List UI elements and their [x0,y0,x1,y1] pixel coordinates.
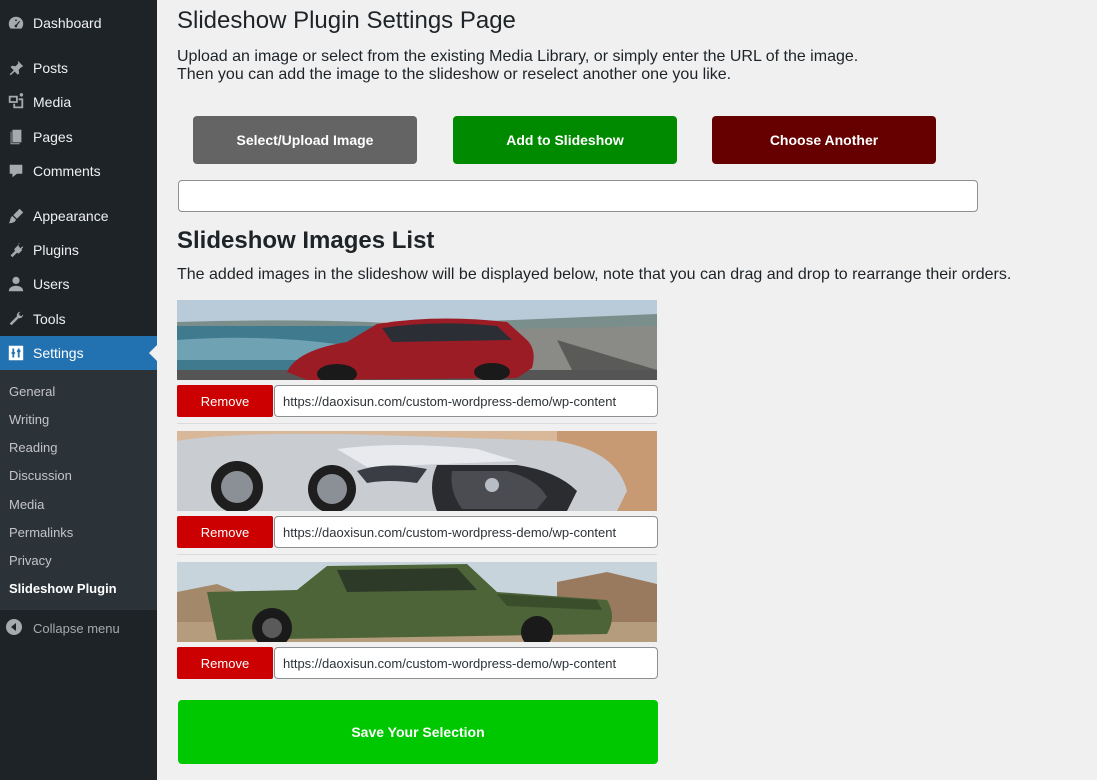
slide-thumbnail [177,562,657,642]
menu-label-users: Users [33,276,70,292]
menu-label-settings: Settings [33,345,84,361]
comment-icon [6,161,26,181]
intro-text: Upload an image or select from the exist… [177,48,858,84]
menu-item-dashboard[interactable]: Dashboard [0,6,157,40]
plug-icon [6,240,26,260]
remove-slide-button[interactable]: Remove [177,647,273,679]
wrench-icon [6,309,26,329]
silver-car-image [177,431,657,511]
slide-divider [177,423,657,424]
menu-label-posts: Posts [33,60,69,76]
menu-label-dashboard: Dashboard [33,15,102,31]
collapse-menu-label: Collapse menu [33,620,120,636]
choose-another-button[interactable]: Choose Another [712,116,936,164]
slide-url-field[interactable] [274,647,658,679]
slide-thumbnail [177,431,657,511]
submenu-discussion[interactable]: Discussion [9,468,72,483]
menu-item-users[interactable]: Users [0,267,157,301]
dashboard-icon [6,13,26,33]
intro-line-1: Upload an image or select from the exist… [177,48,859,65]
menu-label-media: Media [33,94,72,110]
slide-item[interactable]: Remove [177,300,658,425]
menu-label-appearance: Appearance [33,208,109,224]
settings-submenu: General Writing Reading Discussion Media… [0,370,157,610]
slide-divider [177,554,657,555]
slide-url-field[interactable] [274,385,658,417]
menu-item-settings[interactable]: Settings [0,336,157,370]
submenu-permalinks[interactable]: Permalinks [9,525,73,540]
menu-item-comments[interactable]: Comments [0,154,157,188]
user-icon [6,274,26,294]
submenu-media[interactable]: Media [9,497,44,512]
slide-item[interactable]: Remove [177,431,658,556]
page-title: Slideshow Plugin Settings Page [177,7,516,34]
menu-label-comments: Comments [33,163,101,179]
green-truck-image [177,562,657,642]
submenu-privacy[interactable]: Privacy [9,553,52,568]
submenu-slideshow-plugin[interactable]: Slideshow Plugin [9,581,117,596]
menu-label-pages: Pages [33,129,73,145]
menu-label-plugins: Plugins [33,242,79,258]
menu-item-plugins[interactable]: Plugins [0,233,157,267]
brush-icon [6,206,26,226]
red-car-image [177,300,657,380]
collapse-arrow-icon [6,619,24,637]
menu-item-posts[interactable]: Posts [0,51,157,85]
slide-url-field[interactable] [274,516,658,548]
submenu-writing[interactable]: Writing [9,412,49,427]
images-list-description: The added images in the slideshow will b… [177,266,1012,283]
menu-item-media[interactable]: Media [0,85,157,119]
menu-item-pages[interactable]: Pages [0,120,157,154]
pages-icon [6,127,26,147]
menu-label-tools: Tools [33,311,66,327]
images-list-title: Slideshow Images List [177,227,435,254]
remove-slide-button[interactable]: Remove [177,516,273,548]
settings-icon [6,343,26,363]
remove-slide-button[interactable]: Remove [177,385,273,417]
admin-sidebar: Dashboard Posts Media Pages Comments App… [0,0,157,780]
slide-item[interactable]: Remove [177,562,658,687]
pin-icon [6,58,26,78]
submenu-reading[interactable]: Reading [9,440,57,455]
menu-item-tools[interactable]: Tools [0,302,157,336]
select-upload-image-button[interactable]: Select/Upload Image [193,116,417,164]
image-url-input[interactable] [178,180,978,212]
submenu-general[interactable]: General [9,384,55,399]
add-to-slideshow-button[interactable]: Add to Slideshow [453,116,677,164]
intro-line-2: Then you can add the image to the slides… [177,66,732,83]
media-icon [6,92,26,112]
save-selection-button[interactable]: Save Your Selection [178,700,658,764]
collapse-menu-button[interactable]: Collapse menu [0,614,157,642]
slide-thumbnail [177,300,657,380]
menu-item-appearance[interactable]: Appearance [0,199,157,233]
